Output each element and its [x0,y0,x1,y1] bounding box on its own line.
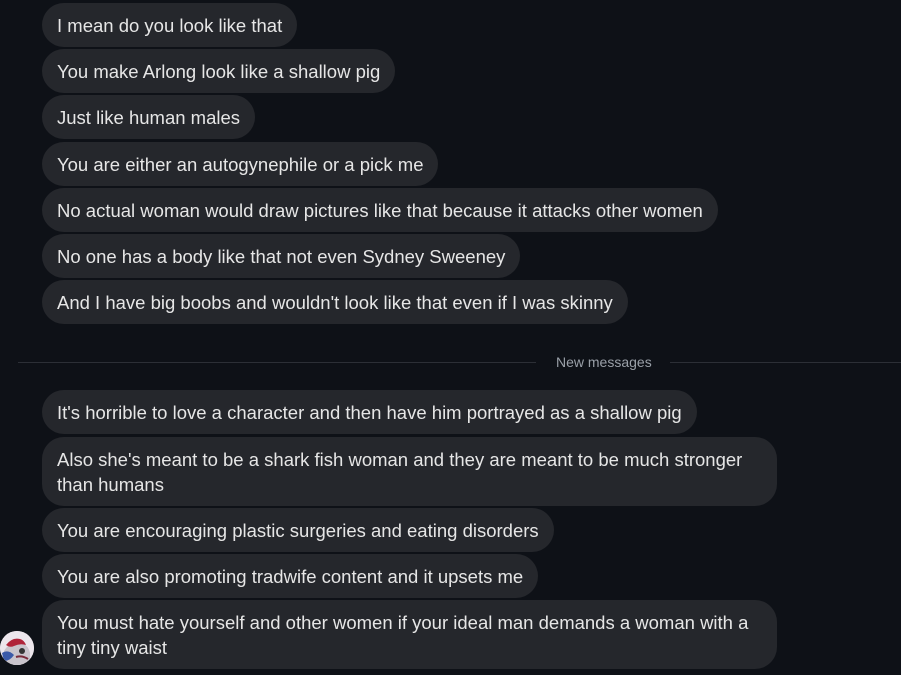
message-bubble[interactable]: And I have big boobs and wouldn't look l… [42,280,628,324]
chat-thread: I mean do you look like that You make Ar… [0,0,901,675]
avatar-image [0,631,34,665]
message-bubble[interactable]: You must hate yourself and other women i… [42,600,777,669]
message-bubble[interactable]: You are either an autogynephile or a pic… [42,142,439,186]
message-bubble[interactable]: I mean do you look like that [42,3,298,47]
message-bubble[interactable]: You are also promoting tradwife content … [42,554,539,598]
user-avatar-icon[interactable] [0,631,34,665]
message-bubble[interactable]: No one has a body like that not even Syd… [42,234,521,278]
new-messages-divider: New messages [18,351,901,375]
new-messages-label: New messages [556,354,652,370]
message-bubble[interactable]: You make Arlong look like a shallow pig [42,49,396,93]
divider-line [18,362,536,363]
message-bubble[interactable]: Also she's meant to be a shark fish woma… [42,437,777,506]
message-bubble[interactable]: No actual woman would draw pictures like… [42,188,718,232]
message-bubble[interactable]: Just like human males [42,95,256,139]
message-bubble[interactable]: You are encouraging plastic surgeries an… [42,508,554,552]
message-bubble[interactable]: It's horrible to love a character and th… [42,390,697,434]
divider-line [670,362,901,363]
